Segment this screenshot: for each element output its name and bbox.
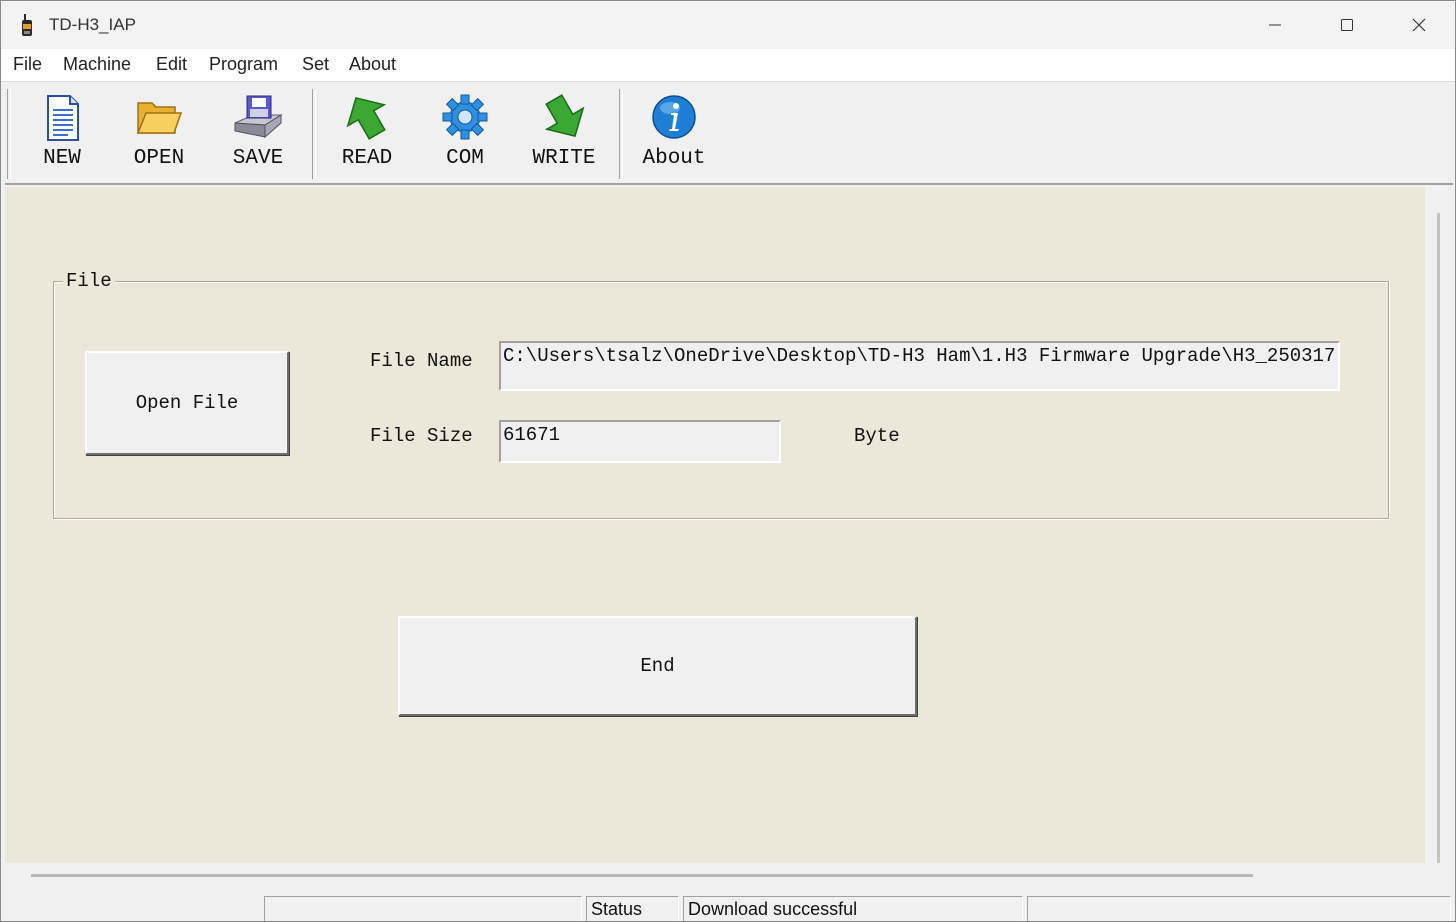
document-icon	[47, 95, 79, 141]
toolbar-read-label: READ	[341, 147, 393, 170]
file-group-legend: File	[63, 270, 115, 292]
close-button[interactable]	[1383, 1, 1455, 49]
file-name-field[interactable]: C:\Users\tsalz\OneDrive\Desktop\TD-H3 Ha…	[499, 341, 1340, 391]
maximize-button[interactable]	[1311, 1, 1383, 49]
close-icon	[1412, 18, 1426, 32]
toolbar-open-label: OPEN	[133, 147, 185, 170]
minimize-icon	[1269, 24, 1281, 26]
window-title: TD-H3_IAP	[49, 15, 136, 34]
toolbar-com-button[interactable]: COM	[420, 89, 510, 177]
file-name-label: File Name	[370, 350, 473, 372]
toolbar-grip	[7, 89, 11, 179]
status-pane-4	[1027, 896, 1451, 921]
toolbar-write-button[interactable]: WRITE	[519, 89, 609, 177]
title-bar[interactable]: TD-H3_IAP	[1, 1, 1455, 49]
toolbar-about-label: About	[642, 147, 706, 170]
menu-edit[interactable]: Edit	[156, 54, 187, 75]
toolbar-open-button[interactable]: OPEN	[114, 89, 204, 177]
toolbar-new-label: NEW	[43, 147, 81, 170]
status-bar: Status Download successful	[1, 893, 1455, 921]
green-arrow-down-icon	[544, 94, 585, 137]
toolbar-write-label: WRITE	[532, 147, 596, 170]
app-window: TD-H3_IAP File Machine Edit Program Set …	[0, 0, 1456, 922]
radio-app-icon	[22, 14, 32, 36]
floppy-disk-icon	[234, 95, 283, 139]
vertical-scrollbar[interactable]	[1437, 213, 1440, 863]
menu-set[interactable]: Set	[302, 54, 329, 75]
toolbar-save-button[interactable]: SAVE	[213, 89, 303, 177]
menu-machine[interactable]: Machine	[63, 54, 131, 75]
toolbar-about-button[interactable]: About	[629, 89, 719, 177]
horizontal-scrollbar[interactable]	[31, 874, 1253, 877]
status-label: Status	[586, 896, 679, 921]
menu-about[interactable]: About	[349, 54, 396, 75]
info-icon	[652, 95, 696, 139]
toolbar-read-button[interactable]: READ	[322, 89, 412, 177]
maximize-icon	[1341, 19, 1353, 31]
toolbar: NEW OPEN SAVE READ COM WRITE About	[5, 83, 1453, 185]
status-message: Download successful	[683, 896, 1023, 921]
end-button[interactable]: End	[398, 616, 917, 716]
file-size-unit: Byte	[854, 425, 900, 447]
menu-program[interactable]: Program	[209, 54, 278, 75]
minimize-button[interactable]	[1239, 1, 1311, 49]
status-pane-1	[264, 896, 582, 921]
file-size-field[interactable]: 61671	[499, 420, 781, 463]
open-file-button[interactable]: Open File	[85, 351, 289, 455]
toolbar-separator	[312, 89, 316, 179]
menu-bar: File Machine Edit Program Set About	[1, 49, 1455, 82]
toolbar-com-label: COM	[446, 147, 484, 170]
green-arrow-up-icon	[346, 97, 387, 140]
toolbar-new-button[interactable]: NEW	[17, 89, 107, 177]
menu-file[interactable]: File	[13, 54, 42, 75]
file-size-label: File Size	[370, 425, 473, 447]
toolbar-save-label: SAVE	[232, 147, 284, 170]
toolbar-separator-2	[619, 89, 623, 179]
gear-icon	[442, 94, 488, 140]
folder-open-icon	[136, 102, 183, 134]
